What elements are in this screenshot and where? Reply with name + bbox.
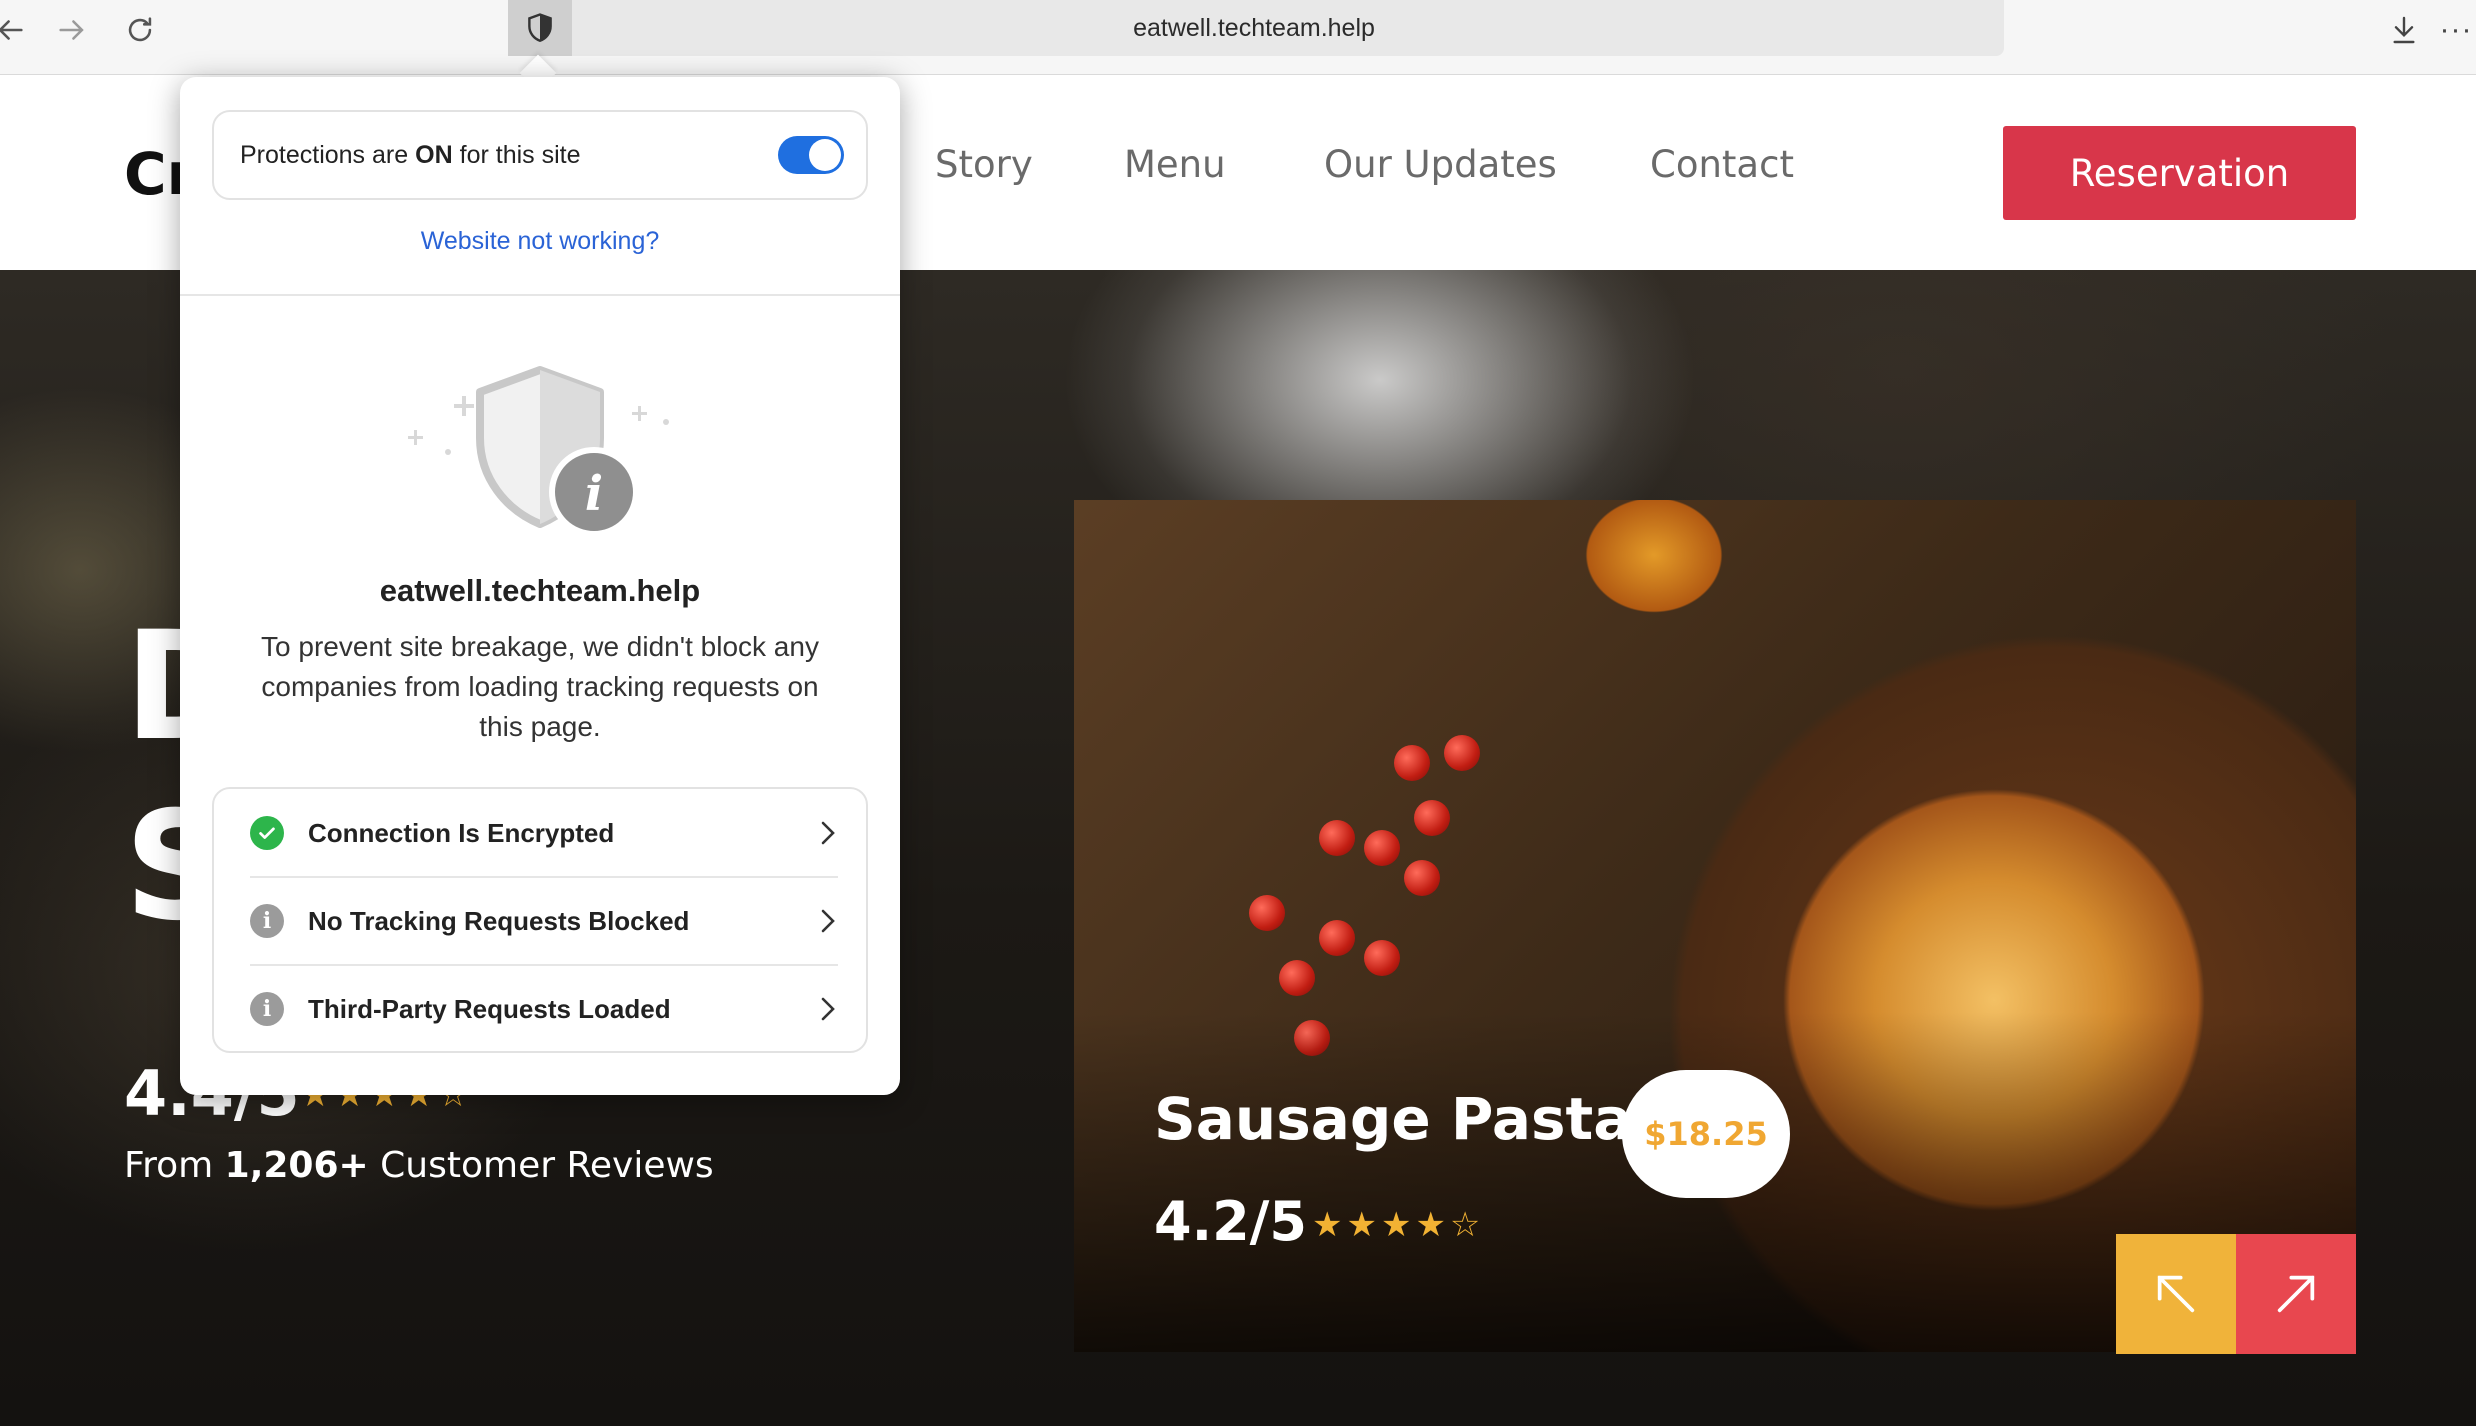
- chevron-right-icon: [821, 909, 835, 933]
- protection-details-list: Connection Is Encrypted i No Tracking Re…: [212, 787, 868, 1053]
- list-item-label: Third-Party Requests Loaded: [308, 993, 671, 1024]
- price-badge: $18.25: [1622, 1070, 1790, 1198]
- more-menu-button[interactable]: ···: [2436, 8, 2476, 52]
- forward-icon[interactable]: [50, 8, 94, 52]
- food-card: Sausage Pasta $18.25 4.2/5 ★★★★☆: [1074, 500, 2356, 1352]
- tomato-decoration: [1364, 940, 1400, 976]
- reviews-count: 1,206+: [224, 1145, 369, 1186]
- protection-status-text: Protections are ON for this site: [240, 112, 581, 198]
- reservation-button[interactable]: Reservation: [2003, 126, 2356, 220]
- svg-text:i: i: [585, 466, 603, 522]
- list-item-label: No Tracking Requests Blocked: [308, 905, 690, 936]
- protection-suffix: for this site: [459, 140, 581, 169]
- nav-updates-link[interactable]: Our Updates: [1324, 143, 1557, 186]
- browser-toolbar: eatwell.techteam.help ···: [0, 0, 2476, 75]
- list-item-third-party-requests[interactable]: i Third-Party Requests Loaded: [214, 965, 870, 1053]
- reviews-prefix: From: [124, 1145, 214, 1186]
- hero-reviews: From 1,206+ Customer Reviews: [124, 1145, 714, 1186]
- nav-story-link[interactable]: Story: [935, 143, 1033, 186]
- website-not-working-link[interactable]: Website not working?: [180, 227, 900, 256]
- shield-icon: [528, 13, 552, 43]
- popover-description: To prevent site breakage, we didn't bloc…: [261, 631, 819, 742]
- arrow-up-left-icon: [2157, 1275, 2195, 1313]
- tomato-decoration: [1414, 800, 1450, 836]
- reload-icon[interactable]: [118, 8, 162, 52]
- carousel-prev-button[interactable]: [2116, 1234, 2236, 1354]
- privacy-protection-popover: Protections are ON for this site Website…: [180, 77, 900, 1095]
- protection-toggle-row: Protections are ON for this site: [212, 110, 868, 200]
- carousel-next-button[interactable]: [2236, 1234, 2356, 1354]
- chevron-right-icon: [821, 997, 835, 1021]
- shield-info-illustration-icon: i: [408, 366, 669, 537]
- reviews-suffix: Customer Reviews: [380, 1145, 714, 1186]
- tomato-decoration: [1249, 895, 1285, 931]
- protection-toggle[interactable]: [778, 136, 844, 174]
- popover-domain: eatwell.techteam.help: [379, 573, 701, 608]
- check-circle-icon: [250, 816, 284, 850]
- nav-menu-link[interactable]: Menu: [1124, 143, 1226, 186]
- tomato-decoration: [1394, 745, 1430, 781]
- list-item-tracking-requests[interactable]: i No Tracking Requests Blocked: [214, 877, 870, 965]
- privacy-shield-button[interactable]: [508, 0, 572, 56]
- back-icon[interactable]: [0, 8, 32, 52]
- list-item-label: Connection Is Encrypted: [308, 817, 615, 848]
- food-rating: 4.2/5: [1154, 1190, 1307, 1253]
- tomato-decoration: [1404, 860, 1440, 896]
- tomato-decoration: [1444, 735, 1480, 771]
- tomato-decoration: [1364, 830, 1400, 866]
- tomato-decoration: [1319, 920, 1355, 956]
- food-stars: ★★★★☆: [1312, 1206, 1485, 1244]
- arrow-up-right-icon: [2277, 1275, 2315, 1313]
- chevron-right-icon: [821, 821, 835, 845]
- info-icon: i: [250, 904, 284, 938]
- tomato-decoration: [1319, 820, 1355, 856]
- protection-state: ON: [415, 140, 453, 169]
- url-text[interactable]: eatwell.techteam.help: [572, 0, 1936, 56]
- nav-contact-link[interactable]: Contact: [1650, 143, 1794, 186]
- info-icon: i: [250, 992, 284, 1026]
- list-item-connection-encrypted[interactable]: Connection Is Encrypted: [214, 789, 870, 877]
- tomato-decoration: [1294, 1020, 1330, 1056]
- divider: [180, 294, 900, 296]
- food-title: Sausage Pasta: [1154, 1085, 1633, 1153]
- tomato-decoration: [1279, 960, 1315, 996]
- protection-prefix: Protections are: [240, 140, 409, 169]
- download-icon[interactable]: [2382, 8, 2426, 52]
- toggle-knob: [809, 139, 841, 171]
